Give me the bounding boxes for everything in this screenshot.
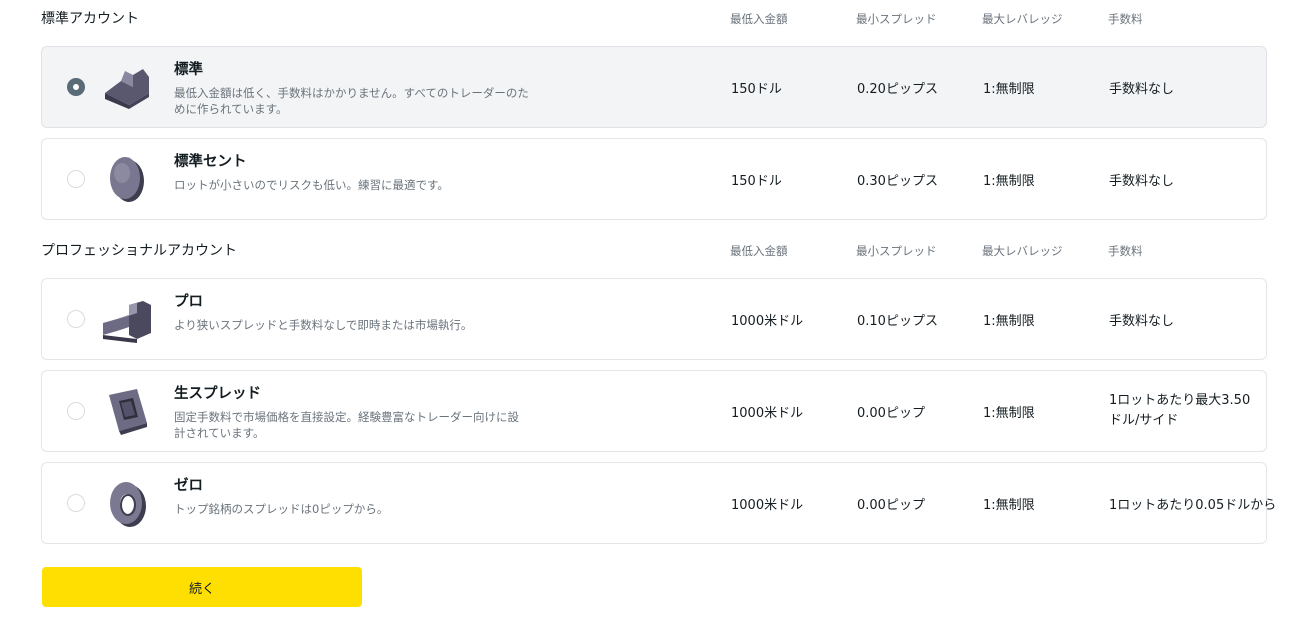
section-title: プロフェッショナルアカウント xyxy=(41,243,237,259)
radio-unselected[interactable] xyxy=(67,494,85,512)
radio-selected[interactable] xyxy=(67,78,85,96)
column-header-max-leverage: 最大レバレッジ xyxy=(982,12,1063,26)
radio-unselected[interactable] xyxy=(67,402,85,420)
account-description: 固定手数料で市場価格を直接設定。経験豊富なトレーダー向けに設計されています。 xyxy=(174,410,519,440)
account-card-pro[interactable]: プロ より狭いスプレッドと手数料なしで即時または市場執行。 1000米ドル 0.… xyxy=(41,278,1267,360)
radio-unselected[interactable] xyxy=(67,170,85,188)
account-name: ゼロ xyxy=(174,478,203,494)
coin-icon xyxy=(110,157,144,202)
column-header-min-spread: 最小スプレッド xyxy=(856,244,937,258)
min-spread-value: 0.20ピップス xyxy=(857,81,938,97)
max-leverage-value: 1:無制限 xyxy=(983,81,1035,97)
min-spread-value: 0.00ピップ xyxy=(857,497,925,513)
commission-value: 手数料なし xyxy=(1109,313,1175,329)
min-deposit-value: 150ドル xyxy=(731,81,782,97)
account-card-standard[interactable]: 標準 最低入金額は低く、手数料はかかりません。すべてのトレーダーのために作られて… xyxy=(41,46,1267,128)
commission-value: 手数料なし xyxy=(1109,81,1175,97)
column-header-min-deposit: 最低入金額 xyxy=(730,244,788,258)
min-deposit-value: 1000米ドル xyxy=(731,405,804,421)
account-card-raw-spread[interactable]: 生スプレッド 固定手数料で市場価格を直接設定。経験豊富なトレーダー向けに設計され… xyxy=(41,370,1267,452)
account-description: より狭いスプレッドと手数料なしで即時または市場執行。 xyxy=(174,318,473,332)
ring-icon xyxy=(110,482,146,527)
standard-block-icon xyxy=(105,69,149,109)
commission-value: 1ロットあたり最大3.50ドル/サイド xyxy=(1109,393,1251,428)
column-header-commission: 手数料 xyxy=(1108,12,1143,26)
column-header-max-leverage: 最大レバレッジ xyxy=(982,244,1063,258)
account-card-zero[interactable]: ゼロ トップ銘柄のスプレッドは0ピップから。 1000米ドル 0.00ピップ 1… xyxy=(41,462,1276,544)
min-deposit-value: 1000米ドル xyxy=(731,497,804,513)
account-description: ロットが小さいのでリスクも低い。練習に最適です。 xyxy=(174,178,449,192)
column-header-min-spread: 最小スプレッド xyxy=(856,12,937,26)
max-leverage-value: 1:無制限 xyxy=(983,497,1035,513)
section-title: 標準アカウント xyxy=(41,11,139,27)
professional-section-header: プロフェッショナルアカウント 最低入金額 最小スプレッド 最大レバレッジ 手数料 xyxy=(41,240,1267,262)
min-deposit-value: 150ドル xyxy=(731,173,782,189)
stairs-icon xyxy=(103,301,151,343)
radio-unselected[interactable] xyxy=(67,310,85,328)
account-name: プロ xyxy=(174,294,203,310)
min-spread-value: 0.00ピップ xyxy=(857,405,925,421)
account-name: 標準セント xyxy=(174,154,247,170)
commission-value: 1ロットあたり0.05ドルから xyxy=(1109,497,1277,513)
frame-icon xyxy=(109,389,147,435)
column-header-commission: 手数料 xyxy=(1108,244,1143,258)
min-spread-value: 0.30ピップス xyxy=(857,173,938,189)
max-leverage-value: 1:無制限 xyxy=(983,173,1035,189)
account-name: 標準 xyxy=(174,62,203,78)
min-spread-value: 0.10ピップス xyxy=(857,313,938,329)
continue-button[interactable]: 続く xyxy=(42,567,362,607)
commission-value: 手数料なし xyxy=(1109,173,1175,189)
account-description: トップ銘柄のスプレッドは0ピップから。 xyxy=(174,502,389,516)
max-leverage-value: 1:無制限 xyxy=(983,313,1035,329)
column-header-min-deposit: 最低入金額 xyxy=(730,12,788,26)
min-deposit-value: 1000米ドル xyxy=(731,313,804,329)
standard-section-header: 標準アカウント 最低入金額 最小スプレッド 最大レバレッジ 手数料 xyxy=(41,8,1267,30)
account-card-standard-cent[interactable]: 標準セント ロットが小さいのでリスクも低い。練習に最適です。 150ドル 0.3… xyxy=(41,138,1267,220)
account-description: 最低入金額は低く、手数料はかかりません。すべてのトレーダーのために作られています… xyxy=(174,86,529,116)
max-leverage-value: 1:無制限 xyxy=(983,405,1035,421)
account-name: 生スプレッド xyxy=(174,386,261,402)
